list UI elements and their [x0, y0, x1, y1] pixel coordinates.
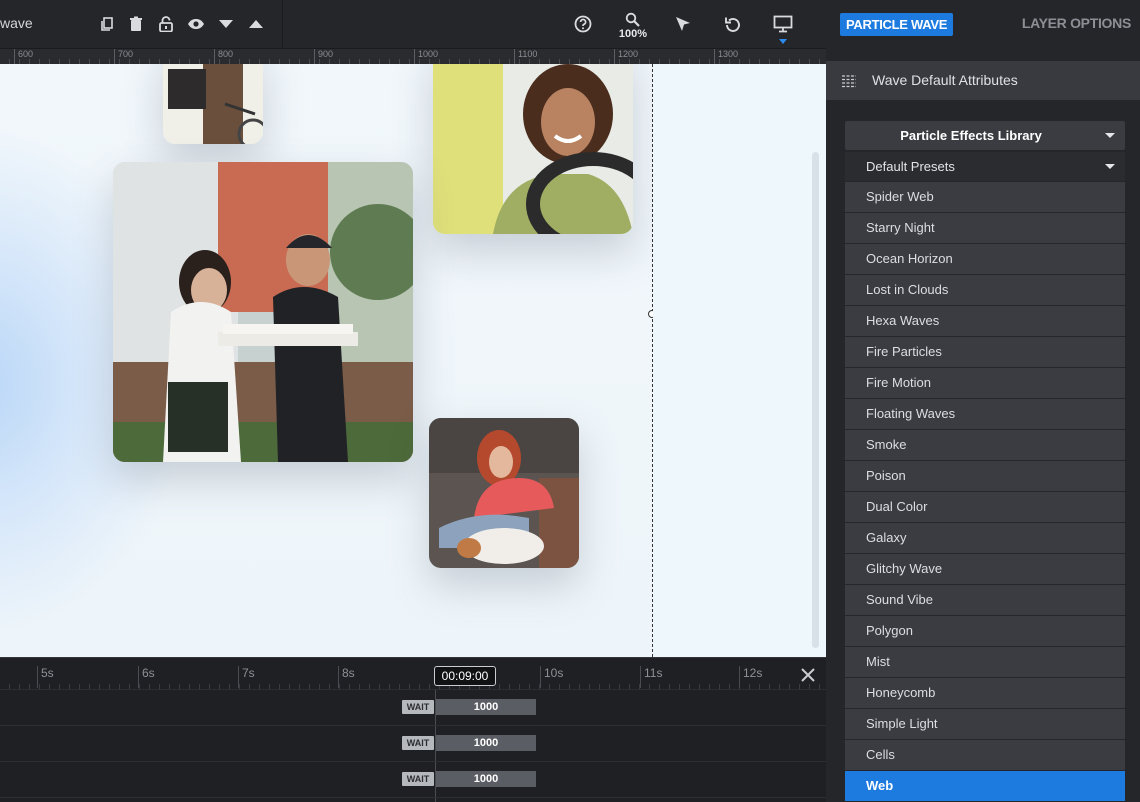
timeline-label: 11s — [640, 666, 662, 688]
pizza-delivery-photo[interactable] — [113, 162, 413, 462]
canvas-scrollbar[interactable] — [812, 152, 819, 648]
trash-icon[interactable] — [125, 13, 147, 35]
wait-duration-bar[interactable]: 1000 — [436, 699, 536, 715]
timeline-label: 12s — [739, 666, 762, 688]
preset-item[interactable]: Cells — [845, 740, 1125, 770]
ruler-label: 1300 — [714, 49, 738, 64]
ruler-label: 800 — [214, 49, 233, 64]
arrow-up-icon[interactable] — [245, 13, 267, 35]
preset-item[interactable]: Fire Motion — [845, 368, 1125, 398]
timeline-row[interactable]: WAIT 1000 — [0, 762, 826, 798]
preset-item[interactable]: Glitchy Wave — [845, 554, 1125, 584]
preset-item[interactable]: Dual Color — [845, 492, 1125, 522]
horizontal-ruler: 600 700 800 900 1000 1100 1200 1300 — [0, 49, 826, 64]
ruler-label: 600 — [14, 49, 33, 64]
preset-list: Spider Web Starry Night Ocean Horizon Lo… — [845, 182, 1125, 802]
active-device-indicator — [779, 39, 787, 44]
preset-item[interactable]: Lost in Clouds — [845, 275, 1125, 305]
chevron-down-icon[interactable] — [1105, 164, 1115, 169]
timeline-label: 10s — [540, 666, 563, 688]
default-presets-dropdown[interactable]: Default Presets — [845, 152, 1125, 181]
preset-item[interactable]: Starry Night — [845, 213, 1125, 243]
zoom-level[interactable]: 100% — [616, 28, 650, 40]
wait-duration-bar[interactable]: 1000 — [436, 735, 536, 751]
timeline-label: 5s — [37, 666, 54, 688]
lock-icon[interactable] — [155, 13, 177, 35]
eye-icon[interactable] — [185, 13, 207, 35]
wait-tag: WAIT — [402, 736, 434, 750]
preset-item[interactable]: Ocean Horizon — [845, 244, 1125, 274]
wait-tag: WAIT — [402, 700, 434, 714]
editor-app: wave 100% 600 700 800 900 1000 1100 1200… — [0, 0, 1140, 802]
duplicate-icon[interactable] — [96, 13, 118, 35]
preset-item[interactable]: Hexa Waves — [845, 306, 1125, 336]
preset-item-selected[interactable]: Web — [845, 771, 1125, 801]
panel-tabs: PARTICLE WAVE LAYER OPTIONS — [826, 0, 1140, 49]
timeline-row[interactable]: WAIT 1000 — [0, 690, 826, 726]
tab-layer-options[interactable]: LAYER OPTIONS — [1022, 15, 1131, 31]
tab-particle-wave[interactable]: PARTICLE WAVE — [840, 13, 954, 36]
slide-stage[interactable] — [0, 64, 656, 657]
library-label: Particle Effects Library — [900, 128, 1042, 143]
ruler-label: 900 — [314, 49, 333, 64]
preset-item[interactable]: Sound Vibe — [845, 585, 1125, 615]
timeline-ruler[interactable]: 5s 6s 7s 8s 10s 11s 12s 00:09:00 — [0, 658, 826, 690]
current-time-display[interactable]: 00:09:00 — [434, 666, 496, 686]
wait-duration-bar[interactable]: 1000 — [436, 771, 536, 787]
preset-item[interactable]: Mist — [845, 647, 1125, 677]
timeline-panel: 5s 6s 7s 8s 10s 11s 12s 00:09:00 WAIT 10… — [0, 657, 826, 802]
desktop-icon[interactable] — [772, 13, 794, 35]
chevron-down-icon[interactable] — [1105, 133, 1115, 138]
top-toolbar: wave 100% — [0, 0, 826, 49]
preset-item[interactable]: Polygon — [845, 616, 1125, 646]
ruler-label: 1000 — [414, 49, 438, 64]
wave-settings-icon — [841, 73, 857, 89]
timeline-row[interactable]: WAIT 1000 — [0, 726, 826, 762]
courier-bike-photo[interactable] — [163, 64, 263, 144]
preset-item[interactable]: Fire Particles — [845, 337, 1125, 367]
pointer-icon[interactable] — [672, 13, 694, 35]
preset-item[interactable]: Floating Waves — [845, 399, 1125, 429]
preset-item[interactable]: Simple Light — [845, 709, 1125, 739]
ruler-label: 700 — [114, 49, 133, 64]
woman-with-dog-photo[interactable] — [429, 418, 579, 568]
ruler-label: 1100 — [514, 49, 537, 64]
canvas-offstage — [653, 64, 826, 657]
undo-icon[interactable] — [722, 13, 744, 35]
preset-item[interactable]: Smoke — [845, 430, 1125, 460]
editor-canvas[interactable] — [0, 64, 826, 657]
timeline-label: 6s — [138, 666, 155, 688]
section-header[interactable]: Wave Default Attributes — [826, 61, 1140, 100]
presets-label: Default Presets — [866, 159, 955, 174]
preset-item[interactable]: Poison — [845, 461, 1125, 491]
ruler-label: 1200 — [614, 49, 638, 64]
timeline-label: 8s — [338, 666, 355, 688]
toolbar-separator — [282, 0, 283, 49]
preset-item[interactable]: Honeycomb — [845, 678, 1125, 708]
preset-item[interactable]: Spider Web — [845, 182, 1125, 212]
help-icon[interactable] — [572, 13, 594, 35]
wait-tag: WAIT — [402, 772, 434, 786]
preset-item[interactable]: Galaxy — [845, 523, 1125, 553]
arrow-down-icon[interactable] — [215, 13, 237, 35]
document-name: wave — [0, 15, 33, 31]
timeline-label: 7s — [238, 666, 255, 688]
section-title: Wave Default Attributes — [872, 72, 1018, 88]
close-icon[interactable] — [798, 665, 818, 685]
particle-library-dropdown[interactable]: Particle Effects Library — [845, 121, 1125, 150]
settings-panel: PARTICLE WAVE LAYER OPTIONS Wave Default… — [826, 0, 1140, 802]
woman-driving-photo[interactable] — [433, 64, 633, 234]
